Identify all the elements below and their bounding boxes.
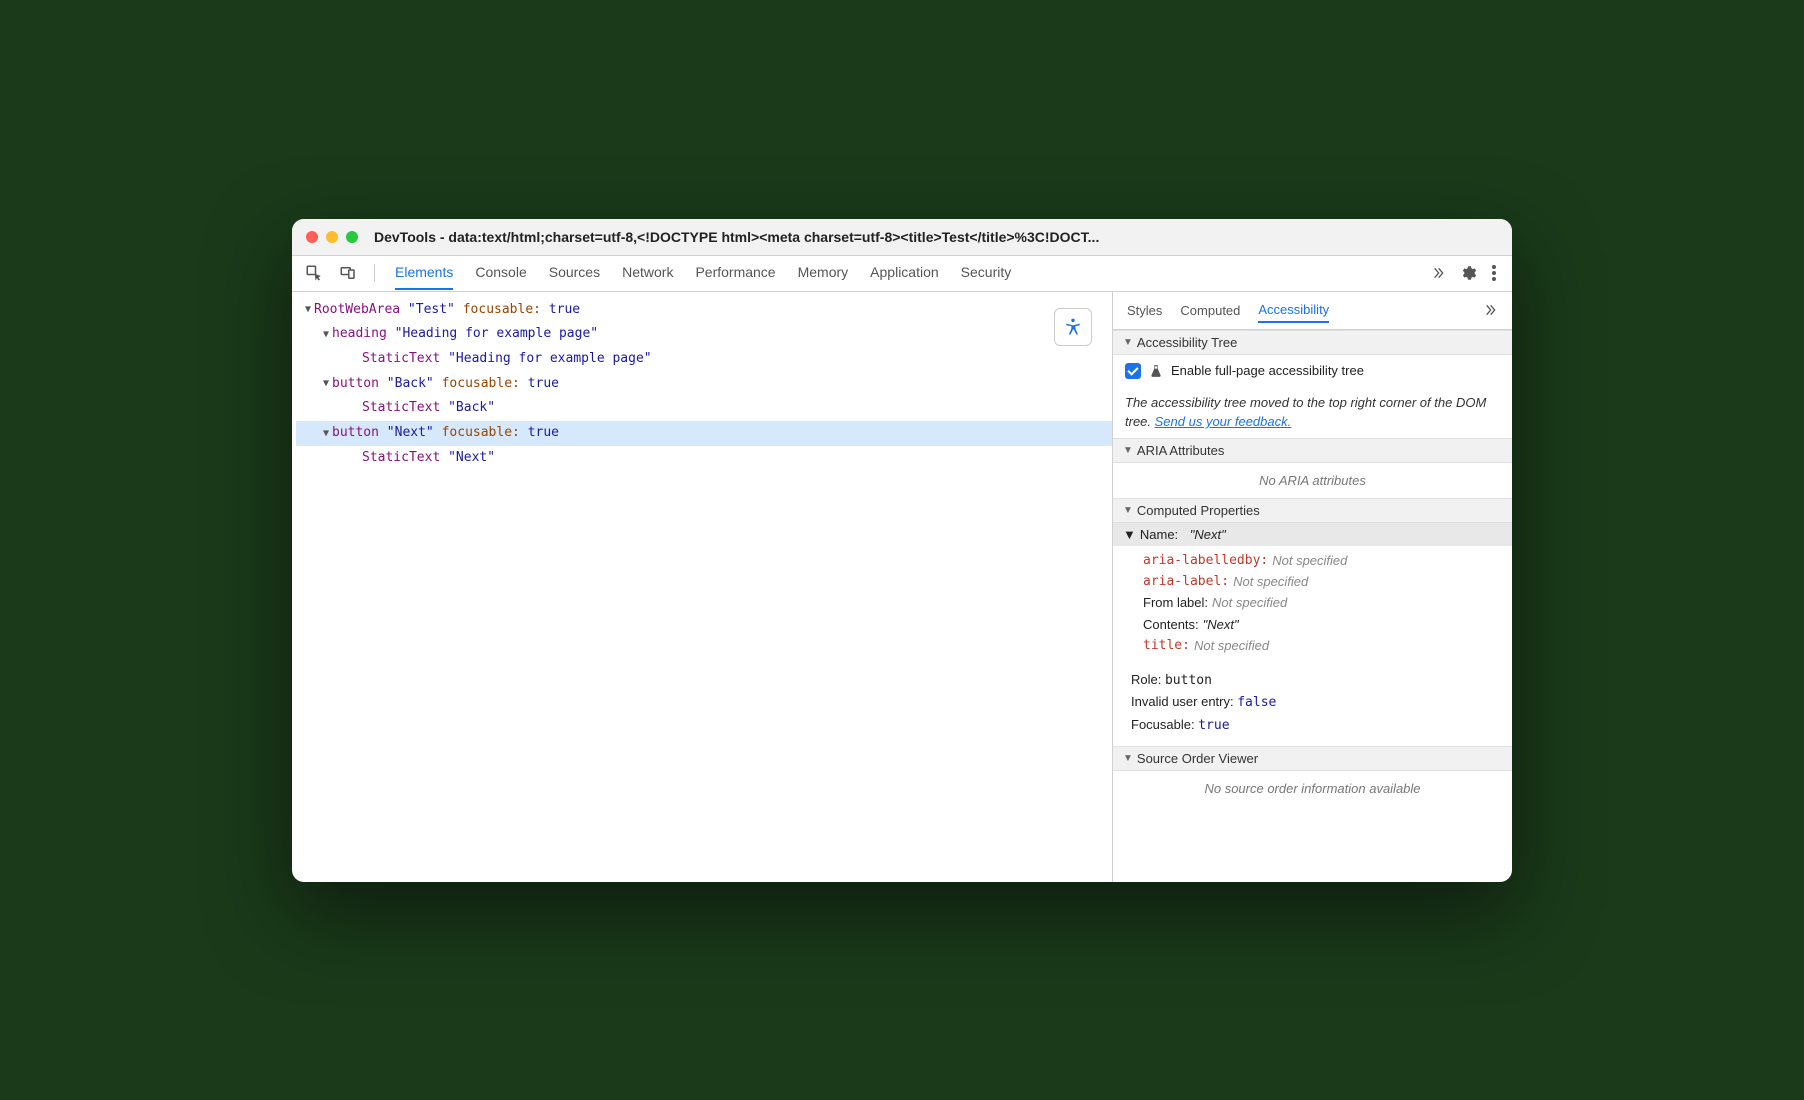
- tab-security[interactable]: Security: [961, 256, 1012, 290]
- side-tab-styles[interactable]: Styles: [1127, 299, 1162, 322]
- tree-row[interactable]: ▼heading "Heading for example page": [296, 322, 1112, 347]
- side-tabs: Styles Computed Accessibility: [1113, 292, 1512, 330]
- section-source-order[interactable]: ▼ Source Order Viewer: [1113, 746, 1512, 771]
- traffic-lights: [306, 231, 358, 243]
- disclosure-triangle-icon: ▼: [1123, 527, 1136, 542]
- enable-full-page-checkbox[interactable]: [1125, 363, 1141, 379]
- inspect-element-icon[interactable]: [300, 259, 328, 287]
- main-toolbar: Elements Console Sources Network Performance…: [292, 256, 1512, 292]
- section-aria[interactable]: ▼ ARIA Attributes: [1113, 438, 1512, 463]
- section-a11y-tree[interactable]: ▼ Accessibility Tree: [1113, 330, 1512, 355]
- main-tabs: Elements Console Sources Network Performance…: [387, 256, 1418, 290]
- disclosure-triangle-icon: ▼: [1123, 753, 1133, 764]
- section-title: ARIA Attributes: [1137, 443, 1224, 458]
- tab-elements[interactable]: Elements: [395, 256, 453, 290]
- tab-application[interactable]: Application: [870, 256, 939, 290]
- more-icon[interactable]: [1484, 263, 1504, 283]
- name-source-row: aria-label: Not specified: [1143, 571, 1500, 592]
- name-source-row: aria-labelledby: Not specified: [1143, 550, 1500, 571]
- titlebar[interactable]: DevTools - data:text/html;charset=utf-8,…: [292, 219, 1512, 256]
- disclosure-triangle-icon: ▼: [1123, 337, 1133, 348]
- name-sources: aria-labelledby: Not specifiedaria-label…: [1113, 546, 1512, 665]
- minimize-window-button[interactable]: [326, 231, 338, 243]
- name-source-row: Contents: "Next": [1143, 614, 1500, 635]
- tab-console[interactable]: Console: [475, 256, 526, 290]
- side-panel: Styles Computed Accessibility ▼ Accessibil…: [1112, 292, 1512, 882]
- feedback-link[interactable]: Send us your feedback.: [1155, 414, 1292, 429]
- name-source-row: title: Not specified: [1143, 635, 1500, 656]
- beaker-icon: [1149, 364, 1163, 378]
- accessibility-person-icon[interactable]: [1054, 308, 1092, 346]
- tab-network[interactable]: Network: [622, 256, 673, 290]
- maximize-window-button[interactable]: [346, 231, 358, 243]
- tree-row[interactable]: StaticText "Heading for example page": [296, 347, 1112, 372]
- name-row[interactable]: ▼ Name: "Next": [1113, 523, 1512, 546]
- window-title: DevTools - data:text/html;charset=utf-8,…: [374, 229, 1498, 245]
- tree-row[interactable]: StaticText "Back": [296, 396, 1112, 421]
- tab-performance[interactable]: Performance: [695, 256, 775, 290]
- side-tab-computed[interactable]: Computed: [1180, 299, 1240, 322]
- source-order-empty: No source order information available: [1113, 771, 1512, 806]
- section-title: Source Order Viewer: [1137, 751, 1258, 766]
- section-title: Computed Properties: [1137, 503, 1260, 518]
- name-value: "Next": [1190, 527, 1226, 542]
- tree-row[interactable]: ▼RootWebArea "Test" focusable: true: [296, 298, 1112, 323]
- tree-row[interactable]: StaticText "Next": [296, 446, 1112, 471]
- device-toggle-icon[interactable]: [334, 259, 362, 287]
- side-tab-accessibility[interactable]: Accessibility: [1258, 298, 1329, 323]
- name-label: Name:: [1140, 527, 1178, 542]
- a11y-tree-body: Enable full-page accessibility tree: [1113, 355, 1512, 387]
- main-split: ▼RootWebArea "Test" focusable: true▼head…: [292, 292, 1512, 882]
- overflow-icon[interactable]: [1482, 302, 1498, 318]
- close-window-button[interactable]: [306, 231, 318, 243]
- tab-sources[interactable]: Sources: [549, 256, 600, 290]
- section-computed[interactable]: ▼ Computed Properties: [1113, 498, 1512, 523]
- overflow-icon[interactable]: [1424, 259, 1452, 287]
- separator: [374, 264, 375, 282]
- tree: ▼RootWebArea "Test" focusable: true▼head…: [296, 298, 1112, 471]
- name-source-row: From label: Not specified: [1143, 592, 1500, 613]
- section-title: Accessibility Tree: [1137, 335, 1237, 350]
- aria-empty: No ARIA attributes: [1113, 463, 1512, 498]
- computed-footer: Role: button Invalid user entry: false F…: [1113, 665, 1512, 746]
- accessibility-tree-panel[interactable]: ▼RootWebArea "Test" focusable: true▼head…: [292, 292, 1112, 882]
- enable-label: Enable full-page accessibility tree: [1171, 363, 1364, 378]
- tree-row[interactable]: ▼button "Back" focusable: true: [296, 372, 1112, 397]
- a11y-info-text: The accessibility tree moved to the top …: [1113, 387, 1512, 438]
- tree-row[interactable]: ▼button "Next" focusable: true: [296, 421, 1112, 446]
- tab-memory[interactable]: Memory: [798, 256, 849, 290]
- disclosure-triangle-icon: ▼: [1123, 505, 1133, 516]
- settings-icon[interactable]: [1458, 263, 1478, 283]
- disclosure-triangle-icon: ▼: [1123, 445, 1133, 456]
- devtools-window: DevTools - data:text/html;charset=utf-8,…: [292, 219, 1512, 882]
